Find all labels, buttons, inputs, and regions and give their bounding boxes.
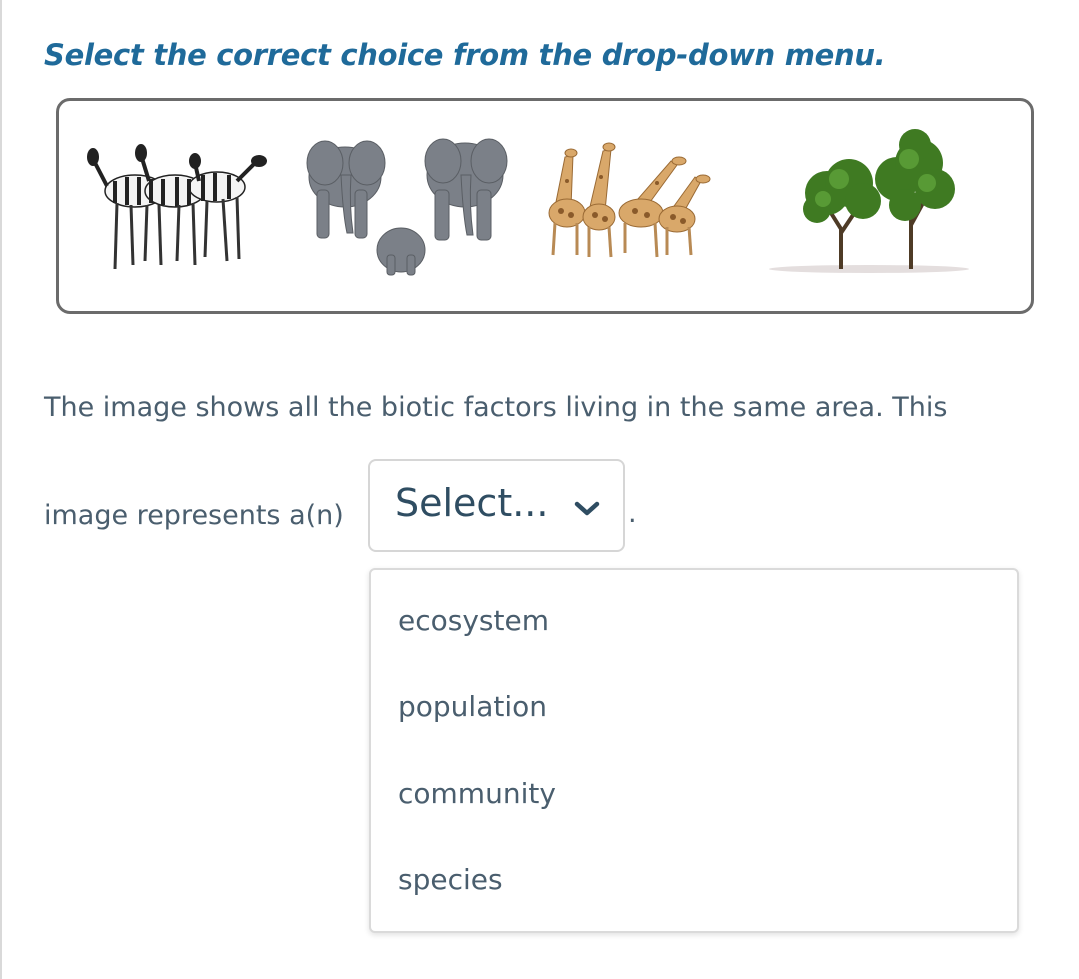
question-text-line-1: The image shows all the biotic factors l… xyxy=(44,392,948,423)
question-text-line-2: image represents a(n) xyxy=(44,500,344,531)
option-species[interactable]: species xyxy=(398,863,503,896)
chevron-down-icon xyxy=(574,501,600,516)
option-ecosystem[interactable]: ecosystem xyxy=(398,604,549,637)
page-left-border xyxy=(0,0,2,979)
zebras-illustration xyxy=(87,144,267,270)
trees-illustration xyxy=(769,129,969,273)
giraffes-illustration xyxy=(548,142,711,258)
answer-select[interactable]: Select... xyxy=(368,459,625,552)
select-placeholder: Select... xyxy=(395,481,549,525)
option-population[interactable]: population xyxy=(398,690,547,723)
biotic-factors-image xyxy=(56,98,1034,314)
instruction-heading: Select the correct choice from the drop-… xyxy=(44,38,886,72)
elephants-illustration xyxy=(306,138,508,276)
dropdown-options-list: ecosystem population community species xyxy=(369,568,1019,933)
sentence-period: . xyxy=(628,498,637,529)
option-community[interactable]: community xyxy=(398,777,556,810)
